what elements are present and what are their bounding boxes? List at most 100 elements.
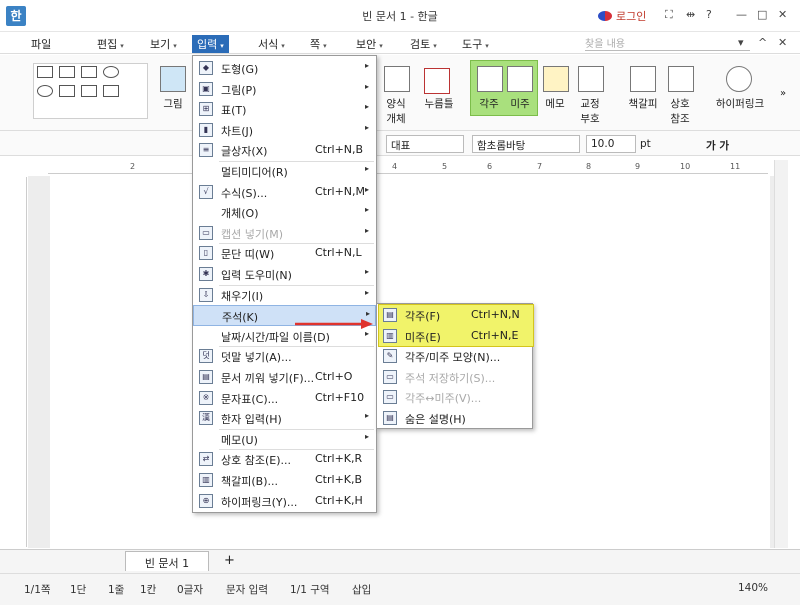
- input-menu-item[interactable]: ▯ 문단 띠(W) Ctrl+N,L: [193, 243, 376, 264]
- proof-mark-icon[interactable]: [578, 66, 604, 92]
- help-icon[interactable]: ?: [706, 8, 712, 21]
- menu-view[interactable]: 보기 ▾: [145, 35, 182, 53]
- crossref-button-label[interactable]: 상호 참조: [662, 96, 698, 126]
- input-menu-item[interactable]: 멀티미디어(R) ▸: [193, 161, 376, 182]
- menu-review[interactable]: 검토 ▾: [405, 35, 442, 53]
- menu-page[interactable]: 쪽 ▾: [305, 35, 332, 53]
- input-menu-item-label: 캡션 넣기(M): [221, 227, 284, 241]
- note-shape-icon: ✎: [383, 349, 397, 364]
- maximize-button[interactable]: □: [757, 8, 767, 21]
- input-menu-item-label: 덧말 넣기(A)...: [221, 351, 292, 365]
- endnote-icon[interactable]: [507, 66, 533, 92]
- input-menu-item[interactable]: ※ 문자표(C)... Ctrl+F10: [193, 388, 376, 409]
- form-object-label[interactable]: 양식 개체: [378, 96, 414, 126]
- input-menu-item[interactable]: 덧 덧말 넣기(A)...: [193, 346, 376, 367]
- submenu-arrow-icon: ▸: [365, 287, 370, 297]
- input-menu-item[interactable]: ▤ 문서 끼워 넣기(F)... Ctrl+O: [193, 367, 376, 388]
- bookmark-button-label[interactable]: 책갈피: [622, 96, 664, 111]
- memo-button-label[interactable]: 메모: [538, 96, 572, 111]
- endnote-button-label[interactable]: 미주: [503, 96, 537, 111]
- picture-icon[interactable]: [160, 66, 186, 92]
- form-object-icon[interactable]: [384, 66, 410, 92]
- ellipse-shape-icon[interactable]: [103, 66, 119, 78]
- input-menu-item-shortcut: Ctrl+N,B: [315, 143, 364, 157]
- collapse-ribbon-icon[interactable]: ^: [758, 36, 767, 49]
- annotation-submenu-item[interactable]: ✎ 각주/미주 모양(N)...: [377, 346, 532, 367]
- hyperlink-icon[interactable]: [726, 66, 752, 92]
- table-icon: ⊞: [199, 102, 213, 117]
- close-doc-icon[interactable]: ✕: [778, 36, 787, 49]
- input-menu-item-shortcut: Ctrl+N,M: [315, 184, 366, 198]
- input-menu-item-shortcut: Ctrl+N,L: [315, 246, 362, 260]
- annotation-submenu-item[interactable]: ▥ 미주(E) Ctrl+N,E: [377, 326, 532, 347]
- proof-mark-label[interactable]: 교정 부호: [572, 96, 608, 126]
- input-menu-item[interactable]: ✱ 입력 도우미(N) ▸: [193, 264, 376, 285]
- submenu-arrow-icon: ▸: [365, 122, 370, 132]
- annotation-submenu-item[interactable]: ▤ 각주(F) Ctrl+N,N: [377, 305, 532, 326]
- arc-shape-icon[interactable]: [37, 85, 53, 97]
- rect-shape-icon[interactable]: [81, 66, 97, 78]
- curve-shape-icon[interactable]: [81, 85, 97, 97]
- input-menu-item-label: 글상자(X): [221, 145, 268, 159]
- pushbutton-icon[interactable]: [424, 68, 450, 94]
- font-select[interactable]: 함초롬바탕: [472, 135, 580, 153]
- input-menu-item[interactable]: √ 수식(S)... Ctrl+N,M ▸: [193, 182, 376, 203]
- ruler-number: 9: [635, 162, 641, 171]
- search-input[interactable]: 찾을 내용: [585, 35, 750, 51]
- input-menu-item[interactable]: ⇩ 채우기(I) ▸: [193, 285, 376, 306]
- status-mode[interactable]: 문자 입력: [226, 582, 268, 597]
- annotation-submenu-item[interactable]: ▤ 숨은 설명(H): [377, 408, 532, 429]
- horizontal-ruler[interactable]: [48, 160, 768, 174]
- input-menu-item[interactable]: ⇄ 상호 참조(E)... Ctrl+K,R: [193, 449, 376, 470]
- crossref-icon: ⇄: [199, 452, 213, 467]
- input-menu-item[interactable]: ⊞ 표(T) ▸: [193, 99, 376, 120]
- input-menu-item-label: 표(T): [221, 104, 247, 118]
- pushbutton-label[interactable]: 누름틀: [417, 96, 461, 111]
- style-select[interactable]: 대표: [386, 135, 464, 153]
- poly-shape-icon[interactable]: [59, 85, 75, 97]
- input-menu-item[interactable]: ≡ 글상자(X) Ctrl+N,B: [193, 140, 376, 161]
- minimize-button[interactable]: —: [736, 8, 747, 21]
- memo-icon[interactable]: [543, 66, 569, 92]
- vertical-ruler[interactable]: [13, 177, 27, 547]
- rect-shape-icon[interactable]: [59, 66, 75, 78]
- menu-file[interactable]: 파일: [26, 35, 56, 53]
- add-tab-button[interactable]: +: [224, 553, 235, 568]
- rect-shape-icon[interactable]: [37, 66, 53, 78]
- footnote-button-label[interactable]: 각주: [472, 96, 506, 111]
- input-menu-item[interactable]: ▣ 그림(P) ▸: [193, 79, 376, 100]
- font-size-input[interactable]: 10.0: [586, 135, 636, 153]
- input-menu-item[interactable]: ⊕ 하이퍼링크(Y)... Ctrl+K,H: [193, 491, 376, 512]
- picture-button-label[interactable]: 그림: [155, 96, 191, 111]
- menu-input[interactable]: 입력 ▾: [192, 35, 229, 53]
- vertical-scrollbar[interactable]: [774, 160, 788, 548]
- menu-edit[interactable]: 편집 ▾: [92, 35, 129, 53]
- close-button[interactable]: ✕: [778, 8, 787, 21]
- input-menu-item[interactable]: ▥ 책갈피(B)... Ctrl+K,B: [193, 470, 376, 491]
- menu-security[interactable]: 보안 ▾: [351, 35, 388, 53]
- ribbon-more-icon[interactable]: »: [780, 88, 786, 99]
- input-menu-item[interactable]: ▮ 차트(J) ▸: [193, 120, 376, 141]
- input-menu-item[interactable]: 메모(U) ▸: [193, 429, 376, 450]
- shape-gallery[interactable]: [33, 63, 148, 119]
- menu-tools[interactable]: 도구 ▾: [457, 35, 494, 53]
- menu-format[interactable]: 서식 ▾: [253, 35, 290, 53]
- doc-tab[interactable]: 빈 문서 1: [125, 551, 209, 571]
- hyperlink-button-label[interactable]: 하이퍼링크: [710, 96, 770, 111]
- input-menu-item[interactable]: 개체(O) ▸: [193, 202, 376, 223]
- bold-italic-buttons[interactable]: 가 가: [706, 138, 729, 153]
- footnote-icon[interactable]: [477, 66, 503, 92]
- status-insert[interactable]: 삽입: [352, 582, 371, 597]
- zoom-level[interactable]: 140%: [738, 582, 768, 594]
- input-menu-item[interactable]: 漢 한자 입력(H) ▸: [193, 408, 376, 429]
- input-menu-item[interactable]: ◆ 도형(G) ▸: [193, 58, 376, 79]
- bookmark-icon[interactable]: [630, 66, 656, 92]
- line-shape-icon[interactable]: [103, 85, 119, 97]
- search-dropdown-icon[interactable]: ▾: [738, 36, 744, 49]
- layout-icon[interactable]: ⇹: [686, 8, 695, 21]
- submenu-arrow-icon: ▸: [365, 267, 370, 276]
- crossref-icon[interactable]: [668, 66, 694, 92]
- fullscreen-icon[interactable]: ⛶: [665, 8, 673, 22]
- login-button[interactable]: 로그인: [598, 8, 646, 24]
- ruler-number: 4: [392, 162, 398, 171]
